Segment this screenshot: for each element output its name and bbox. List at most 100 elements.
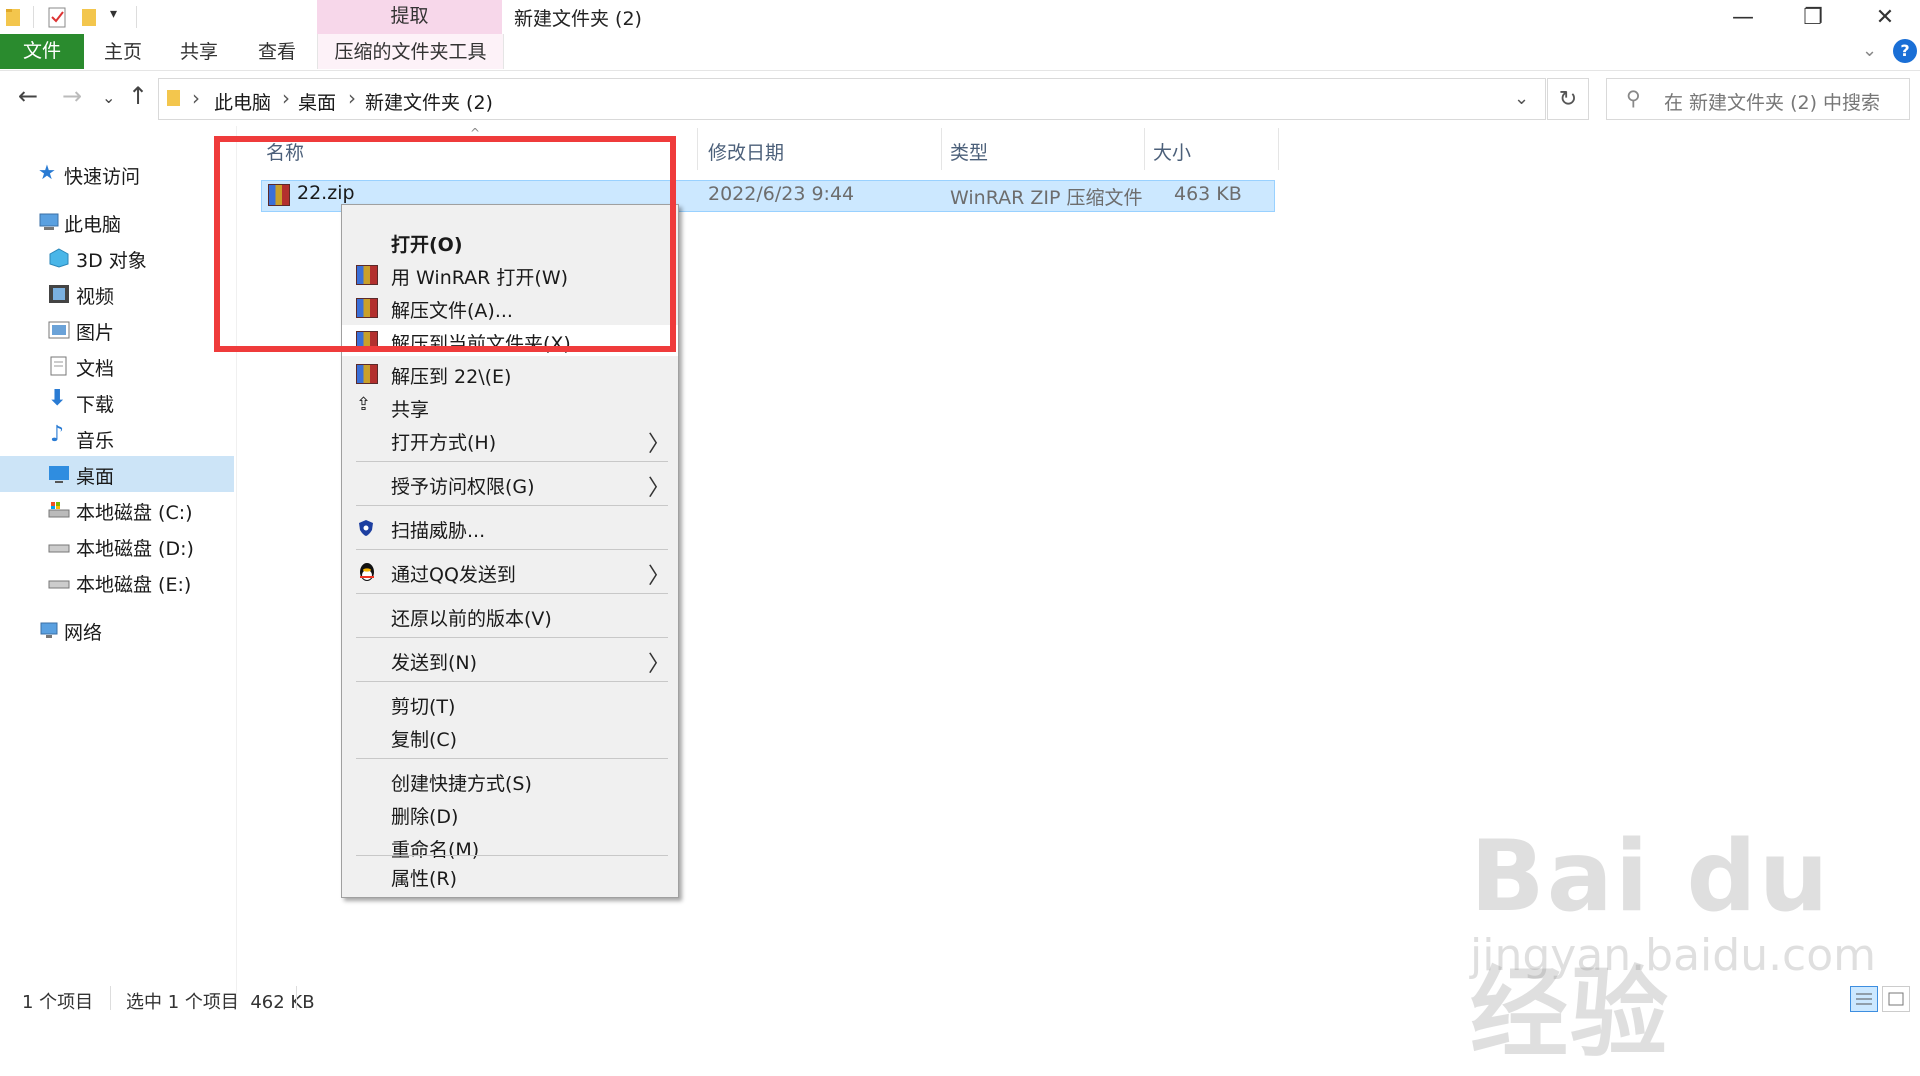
search-icon: ⚲ [1626, 86, 1641, 110]
breadcrumb-current-folder[interactable]: 新建文件夹 (2) [365, 88, 493, 115]
menu-item-rename[interactable]: 重命名(M) [342, 831, 678, 862]
menu-item-extract-files[interactable]: 解压文件(A)... [342, 292, 678, 323]
address-dropdown-icon[interactable]: ⌄ [1514, 88, 1529, 109]
music-note-icon: ♪ [50, 422, 65, 447]
menu-item-scan-threats[interactable]: 扫描威胁... [342, 512, 678, 543]
menu-item-label: 打开(O) [391, 234, 463, 256]
qat-customize-icon[interactable]: ▾ [110, 6, 117, 22]
new-folder-icon[interactable] [80, 6, 102, 28]
menu-separator [356, 593, 668, 594]
menu-item-open-with[interactable]: 打开方式(H) 〉 [342, 424, 678, 457]
breadcrumb-chevron-icon[interactable]: › [282, 86, 290, 110]
up-button[interactable]: ↑ [128, 82, 148, 110]
sidebar-item-pictures[interactable]: 图片 [0, 312, 234, 348]
menu-item-give-access[interactable]: 授予访问权限(G) 〉 [342, 468, 678, 501]
menu-separator [356, 505, 668, 506]
breadcrumb-this-pc[interactable]: 此电脑 [214, 88, 271, 115]
sidebar-item-videos[interactable]: 视频 [0, 276, 234, 312]
tab-compressed-folder-tools[interactable]: 压缩的文件夹工具 [317, 34, 504, 69]
menu-item-label: 扫描威胁... [391, 520, 486, 542]
menu-item-extract-here[interactable]: 解压到当前文件夹(X) [342, 325, 678, 356]
window-title: 新建文件夹 (2) [514, 8, 642, 30]
drive-icon [48, 572, 70, 592]
properties-icon[interactable] [46, 6, 68, 28]
tab-home[interactable]: 主页 [104, 34, 142, 69]
file-type: WinRAR ZIP 压缩文件 [950, 187, 1143, 209]
column-divider[interactable] [1278, 128, 1279, 170]
details-view-button[interactable] [1850, 986, 1878, 1012]
menu-item-label: 解压文件(A)... [391, 300, 513, 322]
sidebar-item-drive-d[interactable]: 本地磁盘 (D:) [0, 528, 234, 564]
folder-icon [4, 6, 26, 28]
menu-item-extract-to-folder[interactable]: 解压到 22\(E) [342, 358, 678, 389]
column-header-date[interactable]: 修改日期 [708, 138, 784, 168]
menu-separator [356, 758, 668, 759]
tab-file[interactable]: 文件 [0, 34, 84, 69]
help-icon[interactable]: ? [1893, 39, 1917, 63]
menu-item-copy[interactable]: 复制(C) [342, 721, 678, 752]
menu-item-label: 还原以前的版本(V) [391, 608, 552, 630]
menu-item-open-with-winrar[interactable]: 用 WinRAR 打开(W) [342, 259, 678, 290]
menu-item-label: 发送到(N) [391, 652, 478, 674]
sidebar-item-drive-c[interactable]: 本地磁盘 (C:) [0, 492, 234, 528]
sidebar-item-downloads[interactable]: ⬇ 下载 [0, 384, 234, 420]
column-divider[interactable] [1144, 128, 1145, 170]
menu-item-send-to[interactable]: 发送到(N) 〉 [342, 644, 678, 677]
status-item-count: 1 个项目 [22, 992, 94, 1013]
sidebar-item-quick-access[interactable]: ★ 快速访问 [0, 156, 234, 192]
sidebar-item-desktop[interactable]: 桌面 [0, 456, 234, 492]
context-tab-header: 提取 [317, 0, 502, 34]
sidebar-item-label: 音乐 [76, 430, 115, 452]
drive-icon [48, 536, 70, 556]
breadcrumb-chevron-icon[interactable]: › [348, 86, 356, 110]
menu-item-open[interactable]: 打开(O) [342, 226, 678, 257]
menu-item-cut[interactable]: 剪切(T) [342, 688, 678, 719]
sidebar-item-this-pc[interactable]: 此电脑 [0, 204, 234, 240]
menu-item-label: 属性(R) [391, 868, 458, 890]
sidebar-item-network[interactable]: 网络 [0, 612, 234, 648]
column-divider[interactable] [697, 128, 698, 170]
breadcrumb-chevron-icon[interactable]: › [192, 86, 200, 110]
sidebar-item-drive-e[interactable]: 本地磁盘 (E:) [0, 564, 234, 600]
sidebar-item-documents[interactable]: 文档 [0, 348, 234, 384]
sidebar-item-label: 下载 [76, 394, 115, 416]
picture-icon [48, 320, 70, 340]
maximize-button[interactable]: ❐ [1778, 0, 1848, 34]
submenu-arrow-icon: 〉 [648, 432, 671, 457]
column-header-name[interactable]: 名称 [266, 138, 304, 168]
winrar-icon [356, 298, 378, 318]
menu-item-label: 剪切(T) [391, 696, 456, 718]
menu-separator [356, 461, 668, 462]
menu-item-delete[interactable]: 删除(D) [342, 798, 678, 829]
tab-share[interactable]: 共享 [180, 34, 218, 69]
recent-locations-button[interactable]: ⌄ [102, 88, 115, 107]
tab-view[interactable]: 查看 [258, 34, 296, 69]
pane-divider [236, 126, 237, 1006]
column-divider[interactable] [941, 128, 942, 170]
column-header-type[interactable]: 类型 [950, 138, 988, 168]
sidebar-item-3d-objects[interactable]: 3D 对象 [0, 240, 234, 276]
menu-item-create-shortcut[interactable]: 创建快捷方式(S) [342, 765, 678, 796]
submenu-arrow-icon: 〉 [648, 564, 671, 589]
sidebar-item-label: 桌面 [76, 466, 115, 488]
menu-item-share[interactable]: ⇪ 共享 [342, 391, 678, 422]
minimize-button[interactable]: — [1708, 0, 1778, 34]
menu-item-restore-previous[interactable]: 还原以前的版本(V) [342, 600, 678, 631]
menu-item-properties[interactable]: 属性(R) [342, 860, 678, 891]
menu-item-send-via-qq[interactable]: 通过QQ发送到 〉 [342, 556, 678, 589]
file-name[interactable]: 22.zip [297, 182, 355, 204]
close-button[interactable]: ✕ [1850, 0, 1920, 34]
sidebar-item-label: 3D 对象 [76, 250, 147, 272]
large-icons-view-button[interactable] [1882, 986, 1910, 1012]
status-divider [296, 986, 297, 1010]
sidebar-item-label: 本地磁盘 (D:) [76, 538, 194, 560]
sidebar-item-music[interactable]: ♪ 音乐 [0, 420, 234, 456]
breadcrumb-desktop[interactable]: 桌面 [298, 88, 336, 115]
forward-button[interactable]: → [62, 82, 82, 110]
menu-separator [356, 549, 668, 550]
menu-separator [356, 855, 668, 856]
ribbon-collapse-icon[interactable]: ⌄ [1862, 40, 1877, 61]
column-header-size[interactable]: 大小 [1153, 138, 1191, 168]
refresh-button[interactable]: ↻ [1547, 78, 1589, 120]
back-button[interactable]: ← [18, 82, 38, 110]
